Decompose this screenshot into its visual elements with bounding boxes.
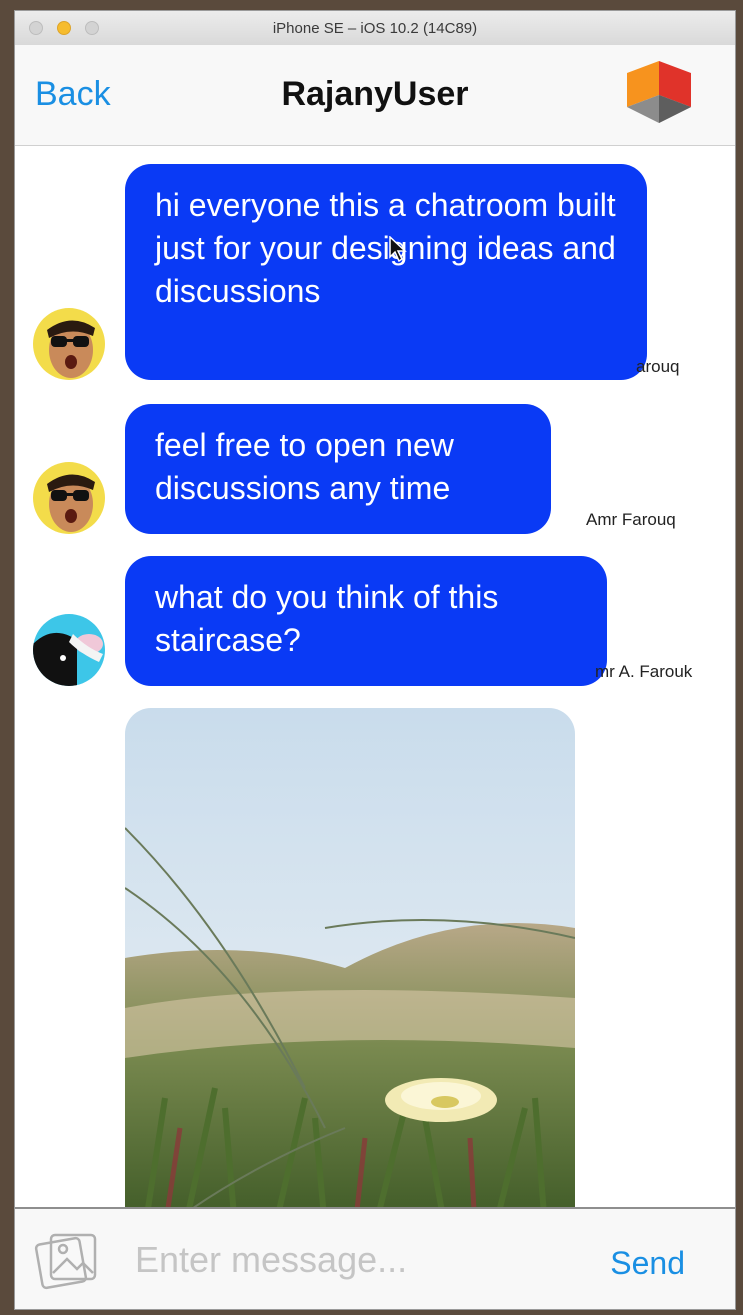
message-text: feel free to open new discussions any ti… xyxy=(155,427,454,506)
chat-area[interactable]: hi everyone this a chatroom built just f… xyxy=(15,146,735,1209)
window-title: iPhone SE – iOS 10.2 (14C89) xyxy=(272,20,478,37)
character-avatar-icon xyxy=(33,614,105,686)
avatar[interactable] xyxy=(33,614,105,686)
message-input-bar: Send xyxy=(15,1207,735,1309)
message-bubble[interactable]: hi everyone this a chatroom built just f… xyxy=(125,164,647,380)
avatar[interactable] xyxy=(33,308,105,380)
message-text: what do you think of this staircase? xyxy=(155,579,499,658)
simulator-window: iPhone SE – iOS 10.2 (14C89) Back Rajany… xyxy=(14,10,736,1310)
photo-attach-icon[interactable] xyxy=(33,1229,103,1293)
message-bubble[interactable]: feel free to open new discussions any ti… xyxy=(125,404,551,534)
message-bubble[interactable]: what do you think of this staircase? xyxy=(125,556,607,686)
message-input[interactable] xyxy=(133,1231,567,1289)
title-bar: iPhone SE – iOS 10.2 (14C89) xyxy=(15,11,735,46)
sunglasses-avatar-icon xyxy=(33,462,105,534)
navigation-bar: Back RajanyUser xyxy=(15,45,735,146)
image-message[interactable] xyxy=(125,708,575,1209)
cube-logo-icon xyxy=(627,61,691,123)
flower-photo xyxy=(125,708,575,1209)
mouse-cursor-icon xyxy=(389,236,407,262)
sender-name: Amr Farouq xyxy=(586,510,676,529)
send-button[interactable]: Send xyxy=(610,1245,685,1282)
avatar[interactable] xyxy=(33,462,105,534)
sunglasses-avatar-icon xyxy=(33,308,105,380)
sender-name: mr A. Farouk xyxy=(595,662,693,681)
sender-name: arouq xyxy=(636,357,680,376)
message-text: hi everyone this a chatroom built just f… xyxy=(155,187,616,309)
